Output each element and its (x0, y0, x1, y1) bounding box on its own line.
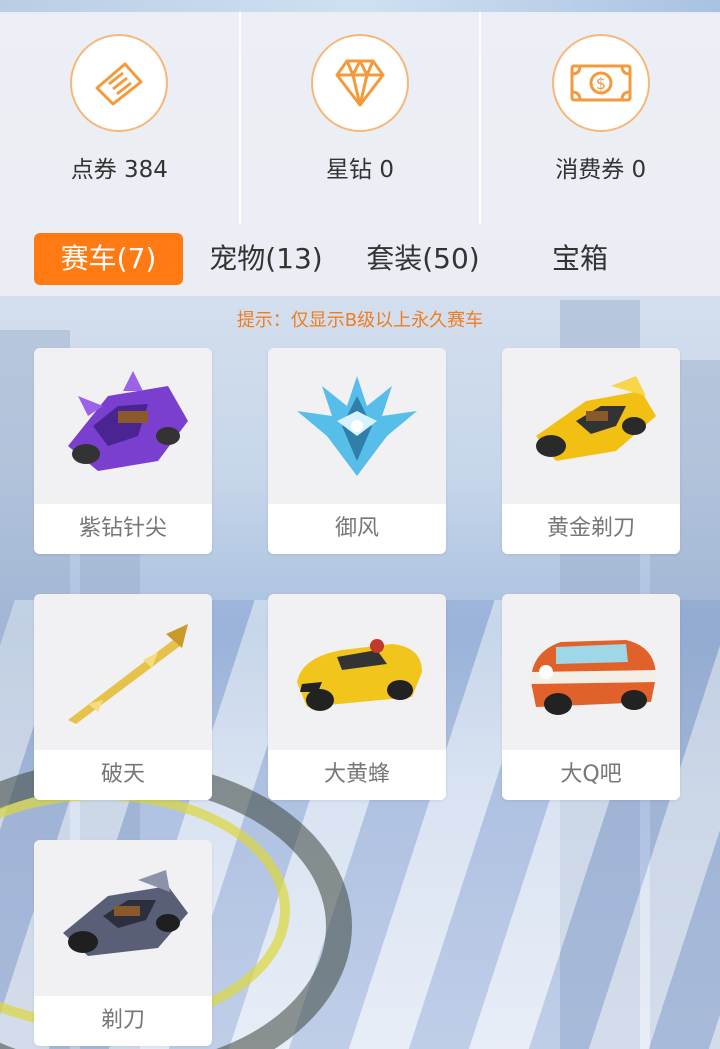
car-image (34, 348, 212, 504)
stat-star-diamond-label: 星钻 0 (326, 157, 394, 183)
tab-chests[interactable]: 宝箱 (520, 233, 640, 285)
car-name: 黄金剃刀 (502, 504, 680, 554)
currency-stats-bar: 点券 384 星钻 0 $ 消费券 0 (0, 12, 720, 224)
car-name: 剃刀 (34, 996, 212, 1046)
stat-coupon[interactable]: $ 消费券 0 (481, 12, 720, 224)
diamond-icon (311, 34, 409, 132)
car-name: 破天 (34, 750, 212, 800)
stat-star-diamond[interactable]: 星钻 0 (241, 12, 482, 224)
stat-coupon-label: 消费券 0 (555, 157, 647, 183)
car-image (502, 348, 680, 504)
car-image (34, 840, 212, 996)
car-image (502, 594, 680, 750)
car-card[interactable]: 破天 (34, 594, 212, 800)
category-tabs: 赛车(7) 宠物(13) 套装(50) 宝箱 (0, 224, 720, 296)
car-name: 大Q吧 (502, 750, 680, 800)
car-card[interactable]: 大Q吧 (502, 594, 680, 800)
dollar-bill-icon: $ (551, 34, 650, 132)
car-card[interactable]: 黄金剃刀 (502, 348, 680, 554)
car-card[interactable]: 大黄蜂 (268, 594, 446, 800)
car-name: 大黄蜂 (268, 750, 446, 800)
car-image (268, 594, 446, 750)
tip-text: 提示：仅显示B级以上永久赛车 (236, 310, 484, 331)
car-card[interactable]: 御风 (268, 348, 446, 554)
stat-points[interactable]: 点券 384 (0, 12, 241, 224)
stat-points-label: 点券 384 (70, 157, 168, 183)
ticket-icon (70, 34, 169, 132)
tab-cars[interactable]: 赛车(7) (34, 233, 183, 285)
car-name: 紫钻针尖 (34, 504, 212, 554)
svg-text:$: $ (596, 74, 606, 93)
car-name: 御风 (268, 504, 446, 554)
car-image (268, 348, 446, 504)
car-card[interactable]: 紫钻针尖 (34, 348, 212, 554)
tab-pets[interactable]: 宠物(13) (196, 233, 336, 285)
car-image (34, 594, 212, 750)
car-card[interactable]: 剃刀 (34, 840, 212, 1046)
tab-outfits[interactable]: 套装(50) (352, 233, 494, 285)
